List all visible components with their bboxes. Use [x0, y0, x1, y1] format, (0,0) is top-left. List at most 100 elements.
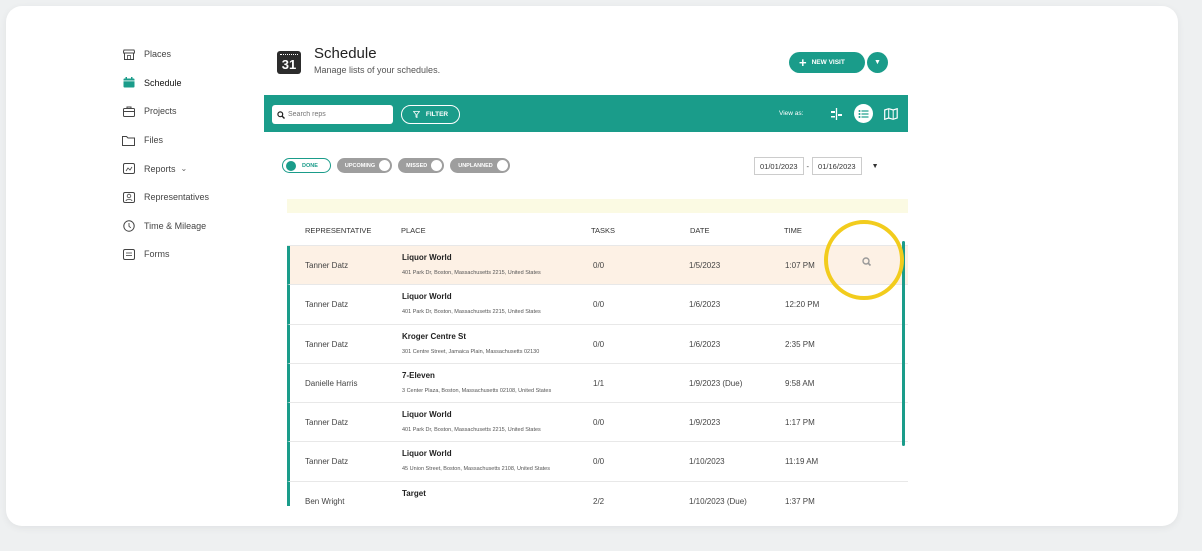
date-cell: 1/9/2023 (Due) [689, 378, 743, 388]
toggle-knob [286, 160, 296, 171]
sidebar-item-label: Time & Mileage [144, 220, 207, 231]
clock-icon [122, 220, 135, 232]
table-row[interactable]: Tanner Datz Liquor World 401 Park Dr, Bo… [287, 285, 908, 325]
time-cell: 1:17 PM [785, 418, 815, 428]
table-row[interactable]: Danielle Harris 7-Eleven 3 Center Plaza,… [287, 363, 908, 404]
rep-cell: Tanner Datz [305, 261, 349, 270]
end-date-field[interactable]: 01/16/2023 [812, 157, 862, 175]
sidebar-item-label: Representatives [144, 192, 210, 203]
column-header-time[interactable]: TIME [784, 226, 802, 235]
chevron-down-icon[interactable]: ⌄ [181, 164, 188, 173]
sidebar-item-representatives[interactable]: Representatives [122, 183, 252, 212]
filter-label: FILTER [425, 111, 449, 118]
rep-cell: Danielle Harris [305, 378, 358, 388]
schedule-table-body: Tanner Datz Liquor World 401 Park Dr, Bo… [287, 246, 908, 506]
toggle-upcoming[interactable]: UPCOMING [336, 158, 393, 173]
toggle-unplanned[interactable]: UNPLANNED [450, 158, 510, 173]
filter-button[interactable]: FILTER [401, 105, 460, 124]
tasks-cell: 0/0 [593, 339, 605, 349]
map-view-icon[interactable] [881, 104, 900, 123]
toggle-label: UPCOMING [344, 162, 376, 169]
sidebar-item-label: Projects [144, 106, 177, 117]
tasks-cell: 0/0 [593, 300, 605, 310]
toggle-missed[interactable]: MISSED [398, 158, 445, 173]
date-cell: 1/10/2023 (Due) [689, 496, 747, 506]
tasks-cell: 2/2 [593, 496, 605, 506]
calendar-icon [122, 77, 135, 89]
new-visit-dropdown-button[interactable]: ▼ [867, 52, 888, 73]
person-icon [122, 191, 135, 203]
sidebar-item-files[interactable]: Files [122, 126, 252, 155]
toggle-knob [431, 160, 443, 171]
sidebar-item-label: Forms [144, 249, 170, 260]
timeline-view-icon[interactable] [827, 104, 846, 123]
place-name: Target [402, 488, 426, 498]
date-cell: 1/6/2023 [689, 300, 721, 310]
place-name: Liquor World [402, 253, 452, 262]
highlight-circle [824, 220, 904, 300]
new-visit-button[interactable]: + NEW VISIT [789, 52, 865, 73]
time-cell: 12:20 PM [785, 300, 820, 310]
sidebar-item-label: Files [144, 135, 164, 146]
sidebar-nav: Places Schedule Projects Files Reports ⌄… [122, 40, 252, 269]
table-row[interactable]: Tanner Datz Liquor World 401 Park Dr, Bo… [287, 246, 908, 286]
place-name: Liquor World [402, 410, 452, 420]
sidebar-item-forms[interactable]: Forms [122, 240, 252, 269]
sidebar-item-schedule[interactable]: Schedule [122, 69, 252, 98]
app-window: Places Schedule Projects Files Reports ⌄… [6, 6, 1178, 526]
sidebar-item-places[interactable]: Places [122, 40, 252, 69]
calendar-day: 31 [281, 57, 297, 72]
calendar-31-icon: 31 [277, 51, 301, 74]
column-header-date[interactable]: DATE [690, 226, 709, 235]
toggle-label: MISSED [406, 162, 428, 169]
table-row[interactable]: Tanner Datz Liquor World 401 Park Dr, Bo… [287, 403, 908, 443]
place-address: 3 Center Plaza, Boston, Massachusetts 02… [402, 387, 552, 394]
notice-bar [287, 199, 908, 213]
place-address: 401 Park Dr, Boston, Massachusetts 2215,… [402, 309, 541, 316]
column-header-representative[interactable]: REPRESENTATIVE [305, 226, 371, 235]
rep-cell: Tanner Datz [305, 300, 349, 310]
date-cell: 1/5/2023 [689, 261, 721, 270]
place-address: 401 Park Dr, Boston, Massachusetts 2215,… [402, 270, 541, 276]
sidebar-item-label: Places [144, 49, 172, 60]
date-range-picker: 01/01/2023 - 01/16/2023 ▼ [754, 157, 879, 175]
table-row[interactable]: Tanner Datz Liquor World 45 Union Street… [287, 442, 908, 482]
tasks-cell: 1/1 [593, 378, 605, 388]
search-input[interactable] [288, 111, 388, 118]
toolbar: FILTER View as: [264, 95, 908, 132]
place-address: 301 Centre Street, Jamaica Plain, Massac… [402, 348, 540, 355]
toggle-label: UNPLANNED [458, 162, 493, 169]
search-box[interactable] [272, 105, 393, 124]
column-header-place[interactable]: PLACE [401, 226, 426, 235]
table-row[interactable]: Tanner Datz Kroger Centre St 301 Centre … [287, 324, 908, 364]
briefcase-icon [122, 105, 135, 117]
place-name: Kroger Centre St [402, 331, 467, 341]
place-name: Liquor World [402, 449, 452, 459]
toggle-knob [496, 160, 508, 171]
form-icon [122, 248, 135, 260]
table-scrollbar[interactable] [902, 241, 905, 446]
start-date-field[interactable]: 01/01/2023 [754, 157, 804, 175]
folder-icon [122, 134, 135, 146]
new-visit-label: NEW VISIT [811, 59, 845, 66]
table-header: REPRESENTATIVE PLACE TASKS DATE TIME [287, 212, 908, 246]
list-view-icon[interactable] [854, 104, 873, 123]
status-filter-toggles: DONE UPCOMING MISSED UNPLANNED [282, 158, 510, 174]
time-cell: 2:35 PM [785, 339, 815, 349]
plus-icon: + [799, 55, 807, 70]
sidebar-item-label: Schedule [144, 77, 182, 88]
date-separator: - [806, 161, 810, 171]
store-icon [122, 48, 135, 60]
schedule-panel: 31 Schedule Manage lists of your schedul… [264, 32, 908, 506]
place-name: 7-Eleven [402, 370, 435, 380]
sidebar-item-time-mileage[interactable]: Time & Mileage [122, 212, 252, 241]
sidebar-item-reports[interactable]: Reports ⌄ [122, 154, 252, 183]
sidebar-item-projects[interactable]: Projects [122, 97, 252, 126]
caret-down-icon[interactable]: ▼ [872, 163, 879, 170]
column-header-tasks[interactable]: TASKS [591, 226, 615, 235]
toggle-label: DONE [302, 162, 318, 169]
table-row[interactable]: Ben Wright Target 2/2 1/10/2023 (Due) 1:… [287, 481, 908, 506]
time-cell: 11:19 AM [785, 457, 819, 467]
toggle-done[interactable]: DONE [282, 158, 331, 173]
tasks-cell: 0/0 [593, 457, 605, 467]
